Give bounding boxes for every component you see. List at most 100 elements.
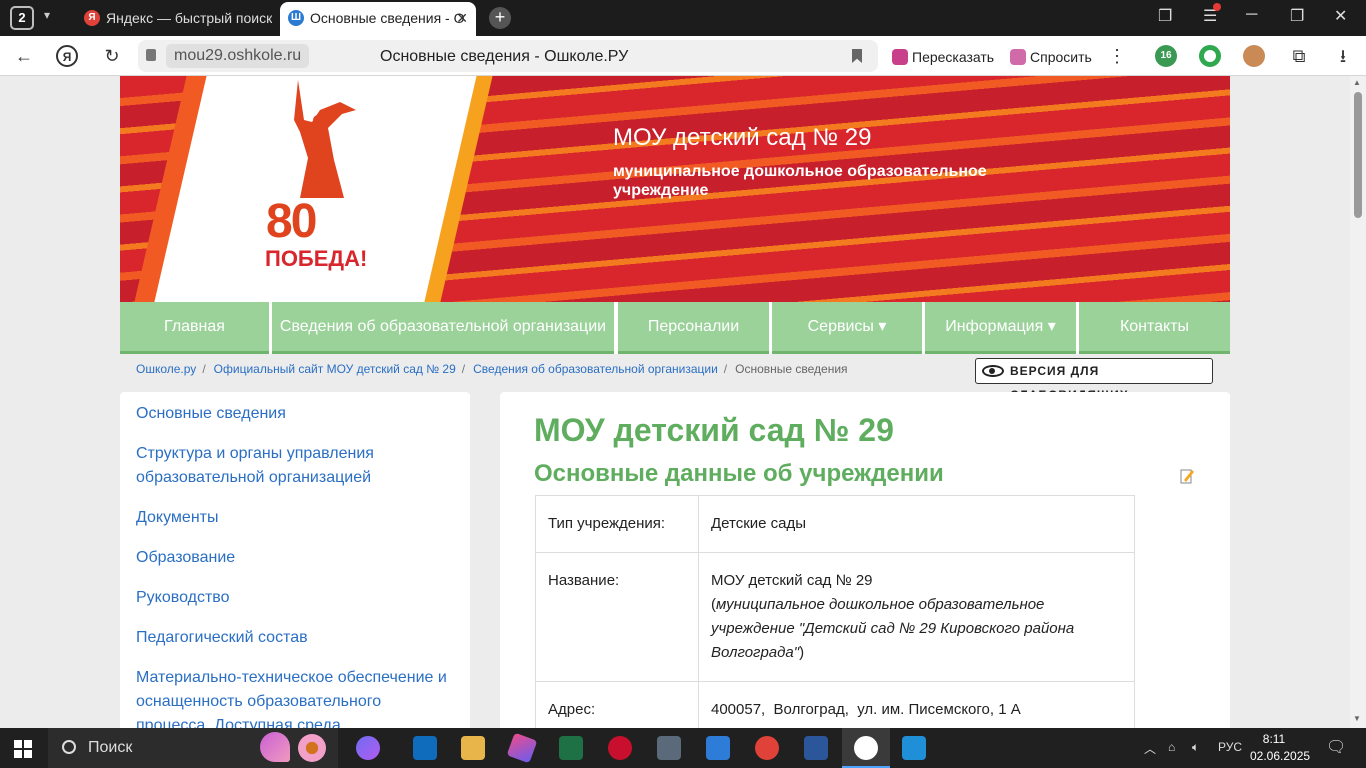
calculator-app-icon[interactable] <box>657 736 681 760</box>
full-name: муниципальное дошкольное образовательное… <box>711 596 1075 661</box>
taskbar-active-app[interactable] <box>842 728 890 768</box>
taskbar-search[interactable]: Поиск <box>48 728 338 768</box>
excel-app-icon[interactable] <box>559 736 583 760</box>
menu-icon[interactable]: ☰ <box>1203 3 1221 26</box>
address-bar: ← Я ↻ mou29.oshkole.ru Основные сведения… <box>0 36 1366 76</box>
scroll-thumb[interactable] <box>1354 92 1362 218</box>
alice-app-icon[interactable] <box>356 736 380 760</box>
scroll-up-icon[interactable]: ▲ <box>1353 78 1361 87</box>
search-icon <box>62 740 76 754</box>
file-explorer-icon[interactable] <box>461 736 485 760</box>
word-app-icon[interactable] <box>804 736 828 760</box>
windows-start-icon[interactable] <box>14 740 32 758</box>
sidebar-item-basic-info[interactable]: Основные сведения <box>136 402 454 426</box>
yandex-browser-icon <box>854 736 878 760</box>
logo-80: 80 <box>266 195 317 248</box>
sidebar-menu: Основные сведения Структура и органы упр… <box>120 392 470 728</box>
lock-icon <box>146 49 156 61</box>
table-key: Адрес: <box>535 681 699 728</box>
breadcrumb-separator: / <box>202 362 206 376</box>
eye-icon <box>982 365 1004 377</box>
table-row: Тип учреждения: Детские сады <box>535 495 1135 553</box>
extension-circle-icon[interactable] <box>1199 45 1221 67</box>
low-vision-button[interactable]: ВЕРСИЯ ДЛЯ СЛАБОВИДЯЩИХ <box>975 358 1213 402</box>
sidebar-item-management[interactable]: Руководство <box>136 586 454 610</box>
extension-badge-icon[interactable]: 16 <box>1155 45 1177 67</box>
breadcrumb-link[interactable]: Ошколе.ру <box>136 362 196 376</box>
tray-chevron-icon[interactable]: ︿ <box>1144 740 1156 757</box>
page-title: МОУ детский сад № 29 <box>534 412 894 448</box>
yandex-app-icon[interactable] <box>755 736 779 760</box>
site-banner: 80 ПОБЕДА! МОУ детский сад № 29 муниципа… <box>120 76 1230 302</box>
table-value-extra: (муниципальное дошкольное образовательно… <box>711 593 1122 665</box>
sidebar-item-documents[interactable]: Документы <box>136 506 454 530</box>
breadcrumb-current: Основные сведения <box>735 362 848 376</box>
menu-item-organization[interactable]: Сведения об образовательной организации <box>272 302 614 354</box>
sidebar-item-education[interactable]: Образование <box>136 546 454 570</box>
store-app-icon[interactable] <box>706 736 730 760</box>
menu-item-information[interactable]: Информация ▾ <box>925 302 1076 354</box>
download-icon[interactable]: ⭳ <box>1331 44 1355 68</box>
clock[interactable]: 8:11 02.06.2025 <box>1250 731 1311 765</box>
info-table: Тип учреждения: Детские сады Название: М… <box>535 495 1135 728</box>
clock-time: 8:11 <box>1262 732 1286 746</box>
app-cube-icon[interactable] <box>506 732 538 764</box>
collections-panel-icon[interactable]: ⧉ <box>1287 44 1311 68</box>
table-row: Адрес: 400057, Волгоград, ул. им. Писемс… <box>535 681 1135 728</box>
app-red-circle-icon[interactable] <box>608 736 632 760</box>
breadcrumb: Ошколе.ру / Официальный сайт МОУ детский с… <box>136 362 854 376</box>
bookmark-icon[interactable] <box>852 49 862 63</box>
search-label: Поиск <box>88 739 133 756</box>
photos-app-icon[interactable] <box>902 736 926 760</box>
edit-icon[interactable] <box>1180 468 1194 484</box>
close-icon[interactable]: ✕ <box>456 2 468 34</box>
table-value: 400057, Волгоград, ул. им. Писемского, 1… <box>698 681 1135 728</box>
menu-item-services[interactable]: Сервисы ▾ <box>772 302 922 354</box>
breadcrumb-link[interactable]: Сведения об образовательной организации <box>473 362 718 376</box>
table-row: Название: МОУ детский сад № 29 (муниципа… <box>535 552 1135 682</box>
sidebar-item-teaching-staff[interactable]: Педагогический состав <box>136 626 454 650</box>
tab-yandex[interactable]: Я Яндекс — быстрый поиск <box>76 2 272 36</box>
table-value-cell: МОУ детский сад № 29 (муниципальное дошк… <box>698 552 1135 682</box>
profile-avatar-icon[interactable] <box>1243 45 1265 67</box>
sidebar-item-facilities[interactable]: Материально-техническое обеспечение и ос… <box>136 666 454 728</box>
network-icon[interactable]: ⌂ <box>1168 740 1175 754</box>
retell-button[interactable]: Пересказать <box>890 44 994 70</box>
more-options-icon[interactable]: ⋮ <box>1105 44 1129 68</box>
tab-counter-button[interactable]: 2 <box>10 6 34 30</box>
restore-icon[interactable]: ❐ <box>1290 6 1304 26</box>
collections-icon[interactable]: ❐ <box>1158 6 1172 26</box>
ask-button[interactable]: Спросить <box>1008 44 1092 70</box>
outlook-app-icon[interactable] <box>413 736 437 760</box>
menu-item-contacts[interactable]: Контакты <box>1079 302 1230 354</box>
chevron-down-icon[interactable]: ▾ <box>44 8 50 22</box>
motherland-statue-icon <box>294 80 356 198</box>
breadcrumb-separator: / <box>461 362 466 376</box>
paren-close: ) <box>799 644 805 661</box>
tab-title: Яндекс — быстрый поиск <box>106 10 272 26</box>
oshkole-favicon-icon: Ш <box>288 10 304 26</box>
menu-item-personalities[interactable]: Персоналии <box>618 302 769 354</box>
url-field[interactable]: mou29.oshkole.ru Основные сведения - Ошк… <box>138 40 878 72</box>
breadcrumb-separator: / <box>723 362 728 376</box>
menu-item-home[interactable]: Главная <box>120 302 269 354</box>
clock-date: 02.06.2025 <box>1250 749 1311 763</box>
site-subtitle: муниципальное дошкольное образовательное… <box>613 163 987 199</box>
url-domain: mou29.oshkole.ru <box>166 44 310 68</box>
reload-icon[interactable]: ↻ <box>100 44 124 68</box>
web-page: 80 ПОБЕДА! МОУ детский сад № 29 муниципа… <box>0 76 1350 728</box>
volume-icon[interactable]: 🔈︎ <box>1192 740 1199 755</box>
tab-active-oshkole[interactable]: Ш Основные сведения - О ✕ <box>280 2 476 36</box>
notifications-icon[interactable]: 🗨︎ <box>1326 737 1346 757</box>
minimize-icon[interactable]: ─ <box>1246 6 1257 24</box>
sidebar-item-structure[interactable]: Структура и органы управления образовате… <box>136 442 454 490</box>
page-scrollbar[interactable]: ▲ ▼ <box>1350 76 1366 728</box>
breadcrumb-link[interactable]: Официальный сайт МОУ детский сад № 29 <box>214 362 456 376</box>
yandex-logo-icon[interactable]: Я <box>56 45 78 67</box>
new-tab-button[interactable]: + <box>489 7 511 29</box>
close-window-icon[interactable]: ✕ <box>1334 6 1347 26</box>
language-indicator[interactable]: РУС <box>1218 740 1242 754</box>
tab-title: Основные сведения - О <box>310 10 465 26</box>
scroll-down-icon[interactable]: ▼ <box>1353 714 1361 723</box>
back-arrow-icon[interactable]: ← <box>12 44 36 68</box>
